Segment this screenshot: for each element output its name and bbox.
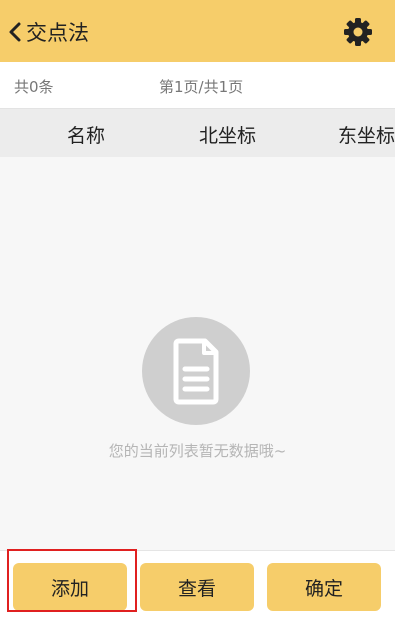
list-content: 您的当前列表暂无数据哦~ xyxy=(0,157,395,550)
document-icon xyxy=(173,338,219,405)
view-button[interactable]: 查看 xyxy=(140,563,254,611)
settings-button[interactable] xyxy=(343,17,373,47)
empty-state-message: 您的当前列表暂无数据哦~ xyxy=(108,442,287,460)
add-button[interactable]: 添加 xyxy=(13,563,127,611)
confirm-button[interactable]: 确定 xyxy=(267,563,381,611)
column-header-north: 北坐标 xyxy=(199,125,257,147)
gear-icon xyxy=(344,18,372,46)
page-indicator: 第1页/共1页 xyxy=(159,78,244,96)
app-header: 交点法 xyxy=(0,0,395,62)
info-bar: 共0条 第1页/共1页 xyxy=(0,62,395,109)
footer-toolbar: 添加 查看 确定 xyxy=(0,550,395,618)
chevron-left-icon xyxy=(9,22,21,42)
record-count: 共0条 xyxy=(14,78,54,96)
screen: 交点法 共0条 第1页/共1页 名称 北坐标 东坐标 您的当前列表暂无数据哦~ … xyxy=(0,0,395,618)
column-header-name: 名称 xyxy=(67,125,106,147)
empty-state-badge xyxy=(142,317,250,425)
back-button[interactable]: 交点法 xyxy=(8,15,89,49)
column-header-east: 东坐标 xyxy=(338,125,395,147)
table-header: 名称 北坐标 东坐标 xyxy=(0,109,395,157)
page-title: 交点法 xyxy=(26,21,89,45)
